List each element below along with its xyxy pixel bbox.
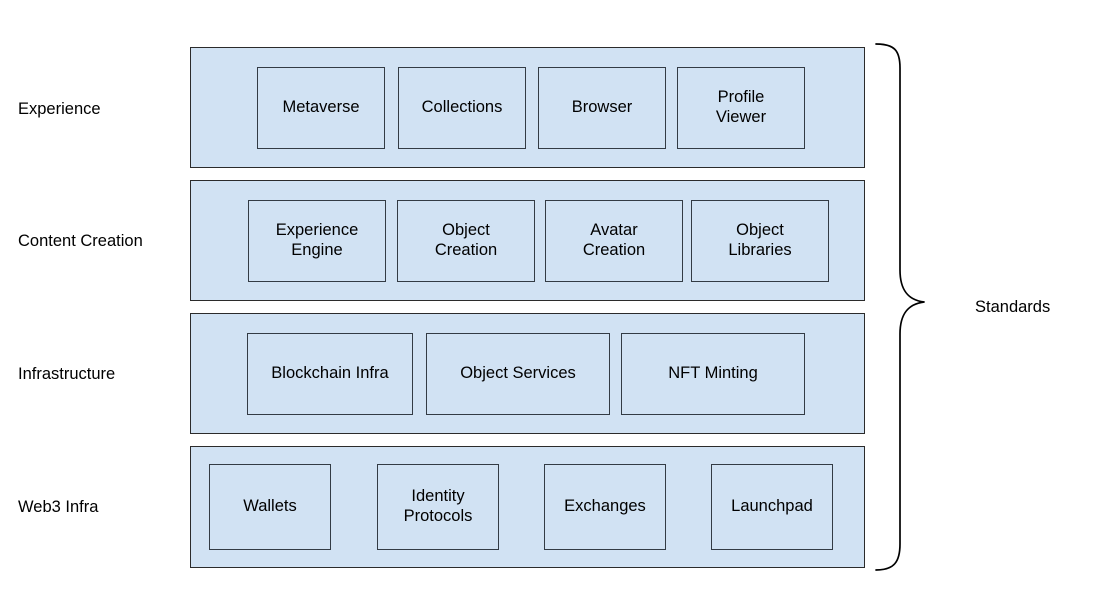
curly-brace-right-icon: [872, 38, 952, 578]
component-collections[interactable]: Collections: [398, 67, 526, 149]
component-object-services[interactable]: Object Services: [426, 333, 610, 415]
component-launchpad[interactable]: Launchpad: [711, 464, 833, 550]
diagram-canvas: Experience Content Creation Infrastructu…: [0, 0, 1120, 593]
component-metaverse[interactable]: Metaverse: [257, 67, 385, 149]
component-exchanges[interactable]: Exchanges: [544, 464, 666, 550]
component-object-creation[interactable]: Object Creation: [397, 200, 535, 282]
component-blockchain-infra[interactable]: Blockchain Infra: [247, 333, 413, 415]
layer-label-web3-infra: Web3 Infra: [18, 498, 99, 516]
layer-label-experience: Experience: [18, 100, 101, 118]
component-profile-viewer[interactable]: Profile Viewer: [677, 67, 805, 149]
component-wallets[interactable]: Wallets: [209, 464, 331, 550]
component-object-libraries[interactable]: Object Libraries: [691, 200, 829, 282]
component-nft-minting[interactable]: NFT Minting: [621, 333, 805, 415]
component-avatar-creation[interactable]: Avatar Creation: [545, 200, 683, 282]
layer-label-content-creation: Content Creation: [18, 232, 143, 250]
layer-label-infrastructure: Infrastructure: [18, 365, 116, 383]
component-identity-protocols[interactable]: Identity Protocols: [377, 464, 499, 550]
component-experience-engine[interactable]: Experience Engine: [248, 200, 386, 282]
brace-label-standards: Standards: [975, 298, 1051, 316]
component-browser[interactable]: Browser: [538, 67, 666, 149]
